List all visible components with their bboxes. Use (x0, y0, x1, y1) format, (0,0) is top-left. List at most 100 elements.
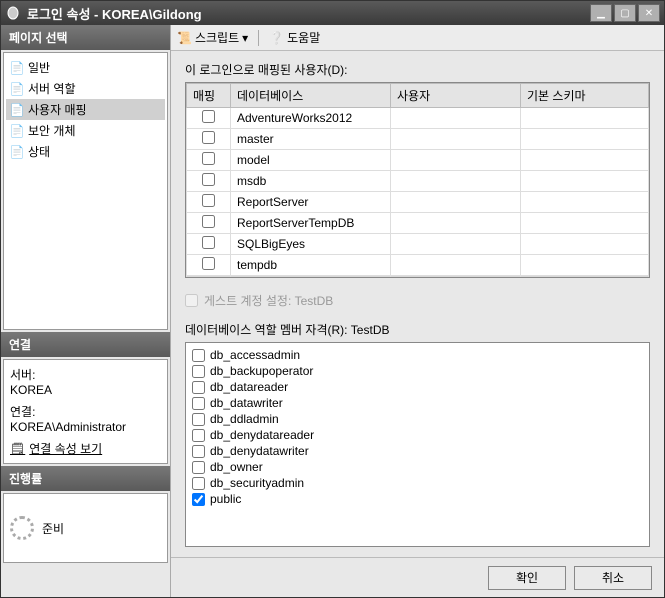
page-item-server-roles[interactable]: 📄 서버 역할 (6, 78, 165, 99)
role-item[interactable]: db_owner (192, 459, 643, 475)
role-label: db_owner (210, 460, 263, 474)
map-cell (187, 255, 231, 276)
map-checkbox[interactable] (202, 131, 215, 144)
role-item[interactable]: db_securityadmin (192, 475, 643, 491)
script-button[interactable]: 📜 스크립트 ▾ (177, 29, 248, 46)
table-row[interactable]: TestDBKOREA\Gildong... (187, 276, 649, 278)
role-checkbox[interactable] (192, 381, 205, 394)
toolbar: 📜 스크립트 ▾ ❔ 도움말 (171, 25, 664, 51)
map-cell (187, 213, 231, 234)
user-cell (391, 129, 521, 150)
role-item[interactable]: db_denydatareader (192, 427, 643, 443)
db-cell: TestDB (231, 276, 391, 278)
role-checkbox[interactable] (192, 429, 205, 442)
roles-label: 데이터베이스 역할 멤버 자격(R): TestDB (185, 321, 650, 338)
map-checkbox[interactable] (202, 215, 215, 228)
role-label: db_denydatawriter (210, 444, 309, 458)
role-checkbox[interactable] (192, 461, 205, 474)
help-icon: ❔ (269, 31, 284, 45)
page-label: 서버 역할 (28, 80, 76, 97)
script-label: 스크립트 (195, 29, 239, 46)
conn-value: KOREA\Administrator (10, 420, 161, 434)
schema-cell (521, 192, 649, 213)
schema-cell (521, 213, 649, 234)
user-cell (391, 192, 521, 213)
db-cell: tempdb (231, 255, 391, 276)
cancel-button[interactable]: 취소 (574, 566, 652, 590)
maximize-button[interactable]: ▢ (614, 4, 636, 22)
role-label: db_backupoperator (210, 364, 313, 378)
page-list: 📄 일반 📄 서버 역할 📄 사용자 매핑 📄 보안 개체 📄 상 (3, 52, 168, 330)
map-checkbox[interactable] (202, 236, 215, 249)
role-checkbox[interactable] (192, 397, 205, 410)
script-icon: 📜 (177, 31, 192, 45)
guest-checkbox (185, 294, 198, 307)
connection-panel: 서버: KOREA 연결: KOREA\Administrator 🗒 연결 속… (3, 359, 168, 464)
role-checkbox[interactable] (192, 365, 205, 378)
role-label: db_datareader (210, 380, 288, 394)
table-row[interactable]: ReportServer (187, 192, 649, 213)
map-checkbox[interactable] (202, 173, 215, 186)
col-user[interactable]: 사용자 (391, 84, 521, 108)
map-checkbox[interactable] (202, 110, 215, 123)
schema-cell (521, 108, 649, 129)
page-icon: 📄 (10, 145, 24, 159)
user-cell (391, 108, 521, 129)
ok-button[interactable]: 확인 (488, 566, 566, 590)
footer: 확인 취소 (171, 557, 664, 597)
db-cell: model (231, 150, 391, 171)
role-item[interactable]: db_ddladmin (192, 411, 643, 427)
titlebar: 로그인 속성 - KOREA\Gildong ▁ ▢ ✕ (1, 1, 664, 25)
table-row[interactable]: msdb (187, 171, 649, 192)
user-mapping-scroll[interactable]: 매핑 데이터베이스 사용자 기본 스키마 AdventureWorks2012m… (186, 83, 649, 277)
role-checkbox[interactable] (192, 493, 205, 506)
body: 페이지 선택 📄 일반 📄 서버 역할 📄 사용자 매핑 📄 보안 개체 (1, 25, 664, 597)
page-item-user-mapping[interactable]: 📄 사용자 매핑 (6, 99, 165, 120)
role-item[interactable]: db_datawriter (192, 395, 643, 411)
page-item-status[interactable]: 📄 상태 (6, 141, 165, 162)
map-cell (187, 192, 231, 213)
db-cell: ReportServerTempDB (231, 213, 391, 234)
help-button[interactable]: ❔ 도움말 (269, 29, 320, 46)
close-button[interactable]: ✕ (638, 4, 660, 22)
page-icon: 📄 (10, 124, 24, 138)
role-item[interactable]: public (192, 491, 643, 507)
role-membership-list[interactable]: db_accessadmin db_backupoperator db_datare… (185, 342, 650, 547)
link-label: 연결 속성 보기 (29, 440, 102, 457)
col-db[interactable]: 데이터베이스 (231, 84, 391, 108)
page-icon: 📄 (10, 82, 24, 96)
col-schema[interactable]: 기본 스키마 (521, 84, 649, 108)
table-row[interactable]: master (187, 129, 649, 150)
page-item-general[interactable]: 📄 일반 (6, 57, 165, 78)
table-row[interactable]: tempdb (187, 255, 649, 276)
role-checkbox[interactable] (192, 413, 205, 426)
table-row[interactable]: model (187, 150, 649, 171)
table-row[interactable]: SQLBigEyes (187, 234, 649, 255)
map-checkbox[interactable] (202, 152, 215, 165)
db-cell: master (231, 129, 391, 150)
map-checkbox[interactable] (202, 257, 215, 270)
role-checkbox[interactable] (192, 445, 205, 458)
table-row[interactable]: ReportServerTempDB (187, 213, 649, 234)
view-connection-properties-link[interactable]: 🗒 연결 속성 보기 (10, 440, 161, 457)
col-map[interactable]: 매핑 (187, 84, 231, 108)
role-checkbox[interactable] (192, 349, 205, 362)
page-item-securables[interactable]: 📄 보안 개체 (6, 120, 165, 141)
role-checkbox[interactable] (192, 477, 205, 490)
guest-label: 게스트 계정 설정: TestDB (204, 292, 333, 309)
minimize-button[interactable]: ▁ (590, 4, 612, 22)
role-label: db_accessadmin (210, 348, 300, 362)
progress-panel: 준비 (3, 493, 168, 563)
role-item[interactable]: db_backupoperator (192, 363, 643, 379)
role-item[interactable]: db_denydatawriter (192, 443, 643, 459)
map-cell (187, 150, 231, 171)
user-mapping-table: 매핑 데이터베이스 사용자 기본 스키마 AdventureWorks2012m… (186, 83, 649, 277)
spinner-icon (10, 516, 34, 540)
map-checkbox[interactable] (202, 194, 215, 207)
role-item[interactable]: db_datareader (192, 379, 643, 395)
map-cell (187, 276, 231, 278)
table-row[interactable]: AdventureWorks2012 (187, 108, 649, 129)
conn-label: 연결: (10, 403, 161, 420)
page-icon: 📄 (10, 103, 24, 117)
role-item[interactable]: db_accessadmin (192, 347, 643, 363)
